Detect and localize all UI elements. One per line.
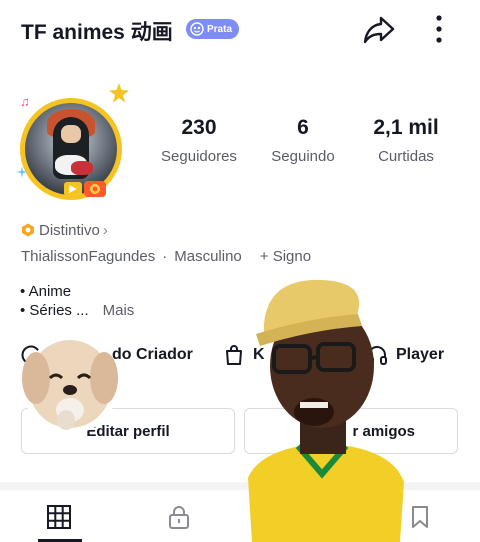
dog-sticker-image bbox=[22, 338, 118, 434]
separator: · bbox=[162, 247, 168, 265]
distintivo-link[interactable]: Distintivo › bbox=[21, 220, 108, 240]
grid-tab-icon[interactable] bbox=[46, 504, 72, 530]
following-count: 6 bbox=[297, 116, 309, 139]
chevron-right-icon: › bbox=[102, 221, 108, 239]
following-stat[interactable]: 6 Seguindo bbox=[248, 114, 358, 165]
person-sticker-image bbox=[248, 279, 404, 542]
private-lock-tab-icon[interactable] bbox=[166, 504, 192, 530]
profile-stats: 230 Seguidores 6 Seguindo 2,1 mil Curtid… bbox=[0, 114, 480, 174]
profile-info: ThialissonFagundes · Masculino + Signo bbox=[21, 246, 311, 266]
badge-icon bbox=[190, 22, 204, 36]
bio-line: • Séries ... bbox=[20, 302, 89, 319]
followers-count: 230 bbox=[181, 116, 217, 139]
profile-title: TF animes 动画 bbox=[21, 21, 173, 44]
likes-stat[interactable]: 2,1 mil Curtidas bbox=[351, 114, 461, 165]
share-icon[interactable] bbox=[362, 12, 396, 46]
badge-label: Prata bbox=[207, 23, 233, 35]
camera-icon bbox=[64, 181, 106, 197]
followers-label: Seguidores bbox=[161, 148, 237, 165]
followers-stat[interactable]: 230 Seguidores bbox=[144, 114, 254, 165]
hexagon-badge-icon bbox=[22, 223, 34, 237]
music-note-icon: ♫ bbox=[20, 94, 30, 109]
star-icon bbox=[109, 83, 129, 103]
bio: • Anime • Séries ... Mais bbox=[20, 282, 134, 320]
prata-badge[interactable]: Prata bbox=[186, 19, 239, 39]
add-signo-link[interactable]: + Signo bbox=[260, 248, 311, 265]
gender: Masculino bbox=[174, 247, 242, 265]
username: ThialissonFagundes bbox=[21, 247, 156, 265]
creator-label: do Criador bbox=[112, 346, 193, 363]
likes-label: Curtidas bbox=[378, 148, 434, 165]
more-options-icon[interactable] bbox=[428, 12, 450, 46]
bookmark-tab-icon[interactable] bbox=[407, 504, 433, 530]
bio-line: • Anime bbox=[20, 283, 72, 300]
likes-count: 2,1 mil bbox=[373, 116, 439, 139]
following-label: Seguindo bbox=[271, 148, 335, 165]
bio-more-link[interactable]: Mais bbox=[103, 302, 135, 319]
distintivo-label: Distintivo bbox=[39, 221, 100, 239]
profile-header: TF animes 动画 Prata bbox=[0, 0, 480, 64]
